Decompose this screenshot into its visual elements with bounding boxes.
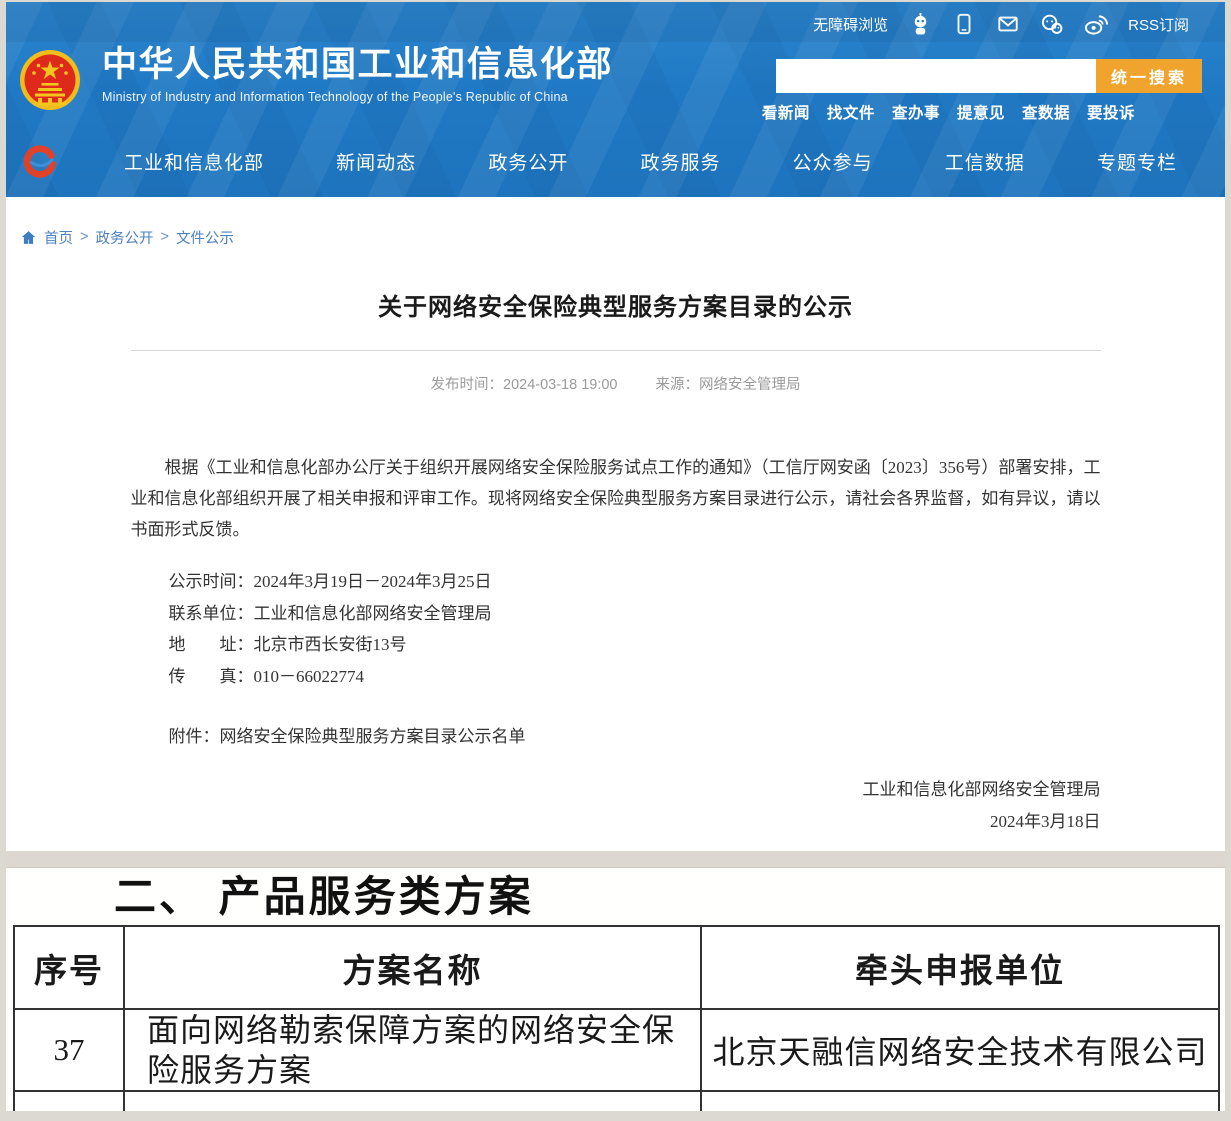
topbar: 无障碍浏览 RSS订阅	[813, 12, 1189, 36]
brand: 中华人民共和国工业和信息化部 Ministry of Industry and …	[18, 44, 613, 118]
plans-table: 序号 方案名称 牵头申报单位 37 面向网络勒索保障方案的网络安全保险服务方案 …	[13, 925, 1220, 1111]
quick-links: 看新闻 找文件 查办事 提意见 查数据 要投诉	[762, 101, 1135, 123]
search-input[interactable]	[776, 59, 1096, 93]
national-emblem-icon	[18, 46, 82, 118]
table-row-partial	[14, 1091, 1219, 1111]
nav-item-data[interactable]: 工信数据	[945, 148, 1025, 175]
breadcrumb-current: 文件公示	[176, 227, 234, 248]
col-header-no: 序号	[14, 926, 124, 1009]
quick-link-files[interactable]: 找文件	[827, 101, 875, 123]
page: 无障碍浏览 RSS订阅	[6, 2, 1225, 1111]
table-header-row: 序号 方案名称 牵头申报单位	[14, 926, 1219, 1009]
signature-block: 工业和信息化部网络安全管理局 2024年3月18日	[131, 774, 1101, 851]
site-header: 无障碍浏览 RSS订阅	[6, 2, 1225, 197]
article-paragraph: 根据《工业和信息化部办公厅关于组织开展网络安全保险服务试点工作的通知》（工信厅网…	[131, 452, 1101, 545]
quick-link-services[interactable]: 查办事	[892, 101, 940, 123]
breadcrumb: 首页 > 政务公开 > 文件公示	[20, 227, 1225, 247]
mobile-icon[interactable]	[952, 12, 976, 36]
source-label: 来源：	[656, 377, 700, 393]
nav-item-gov-service[interactable]: 政务服务	[640, 148, 720, 175]
contact-info-block: 公示时间：2024年3月19日－2024年3月25日 联系单位：工业和信息化部网…	[131, 566, 1101, 692]
page-title: 关于网络安全保险典型服务方案目录的公示	[131, 293, 1101, 323]
breadcrumb-separator: >	[80, 229, 88, 245]
section-divider	[6, 851, 1225, 868]
cell-empty	[124, 1091, 701, 1111]
ministry-title-cn: 中华人民共和国工业和信息化部	[102, 44, 613, 86]
search-button[interactable]: 统一搜索	[1096, 59, 1202, 93]
cell-empty	[14, 1091, 124, 1111]
weibo-icon[interactable]	[1084, 12, 1108, 36]
source-value: 网络安全管理局	[699, 377, 801, 393]
breadcrumb-separator: >	[160, 229, 168, 245]
main-nav: 工业和信息化部 新闻动态 政务公开 政务服务 公众参与 工信数据 专题专栏	[6, 138, 1225, 184]
wechat-icon[interactable]	[1040, 12, 1064, 36]
article-meta: 发布时间：2024-03-18 19:00 来源：网络安全管理局	[131, 373, 1101, 394]
preview-section-title: 二、 产品服务类方案	[114, 872, 1225, 922]
publicity-period-line: 公示时间：2024年3月19日－2024年3月25日	[169, 566, 1101, 598]
breadcrumb-home[interactable]: 首页	[44, 227, 73, 248]
nav-item-miit[interactable]: 工业和信息化部	[124, 148, 264, 175]
col-header-lead-org: 牵头申报单位	[701, 926, 1219, 1009]
ministry-title-en: Ministry of Industry and Information Tec…	[102, 90, 613, 104]
fax-line: 传 真：010－66022774	[169, 661, 1101, 693]
brand-text: 中华人民共和国工业和信息化部 Ministry of Industry and …	[102, 44, 613, 104]
cell-plan-name: 面向网络勒索保障方案的网络安全保险服务方案	[124, 1009, 701, 1091]
quick-link-suggest[interactable]: 提意见	[957, 101, 1005, 123]
breadcrumb-gov-open[interactable]: 政务公开	[95, 227, 153, 248]
title-divider	[131, 350, 1101, 351]
publish-time-label: 发布时间：	[431, 377, 504, 393]
nav-items: 工业和信息化部 新闻动态 政务公开 政务服务 公众参与 工信数据 专题专栏	[124, 148, 1177, 175]
nav-item-topics[interactable]: 专题专栏	[1097, 148, 1177, 175]
attachment-preview: 二、 产品服务类方案 序号 方案名称 牵头申报单位 37 面向网络勒索保障方案的…	[6, 868, 1225, 1111]
quick-link-complaint[interactable]: 要投诉	[1087, 101, 1135, 123]
table-row: 37 面向网络勒索保障方案的网络安全保险服务方案 北京天融信网络安全技术有限公司	[14, 1009, 1219, 1091]
article: 关于网络安全保险典型服务方案目录的公示 发布时间：2024-03-18 19:0…	[131, 293, 1101, 851]
cell-no: 37	[14, 1009, 124, 1091]
nav-item-news[interactable]: 新闻动态	[336, 148, 416, 175]
col-header-plan-name: 方案名称	[124, 926, 701, 1009]
signature-date: 2024年3月18日	[131, 806, 1101, 838]
miit-logo-icon	[20, 142, 58, 180]
nav-item-gov-open[interactable]: 政务公开	[488, 148, 568, 175]
nav-item-participation[interactable]: 公众参与	[793, 148, 873, 175]
contact-unit-line: 联系单位：工业和信息化部网络安全管理局	[169, 598, 1101, 630]
home-icon[interactable]	[20, 229, 37, 246]
cell-lead-org: 北京天融信网络安全技术有限公司	[701, 1009, 1219, 1091]
search-bar: 统一搜索	[776, 59, 1202, 93]
rss-link[interactable]: RSS订阅	[1128, 14, 1189, 35]
attachment-line[interactable]: 附件：网络安全保险典型服务方案目录公示名单	[131, 722, 1101, 747]
mail-icon[interactable]	[996, 12, 1020, 36]
accessibility-link[interactable]: 无障碍浏览	[813, 14, 888, 35]
signature-org: 工业和信息化部网络安全管理局	[131, 774, 1101, 806]
address-line: 地 址：北京市西长安街13号	[169, 629, 1101, 661]
publish-time-value: 2024-03-18 19:00	[503, 377, 618, 393]
quick-link-news[interactable]: 看新闻	[762, 101, 810, 123]
mascot-robot-icon[interactable]	[908, 12, 932, 36]
cell-empty	[701, 1091, 1219, 1111]
quick-link-data[interactable]: 查数据	[1022, 101, 1070, 123]
